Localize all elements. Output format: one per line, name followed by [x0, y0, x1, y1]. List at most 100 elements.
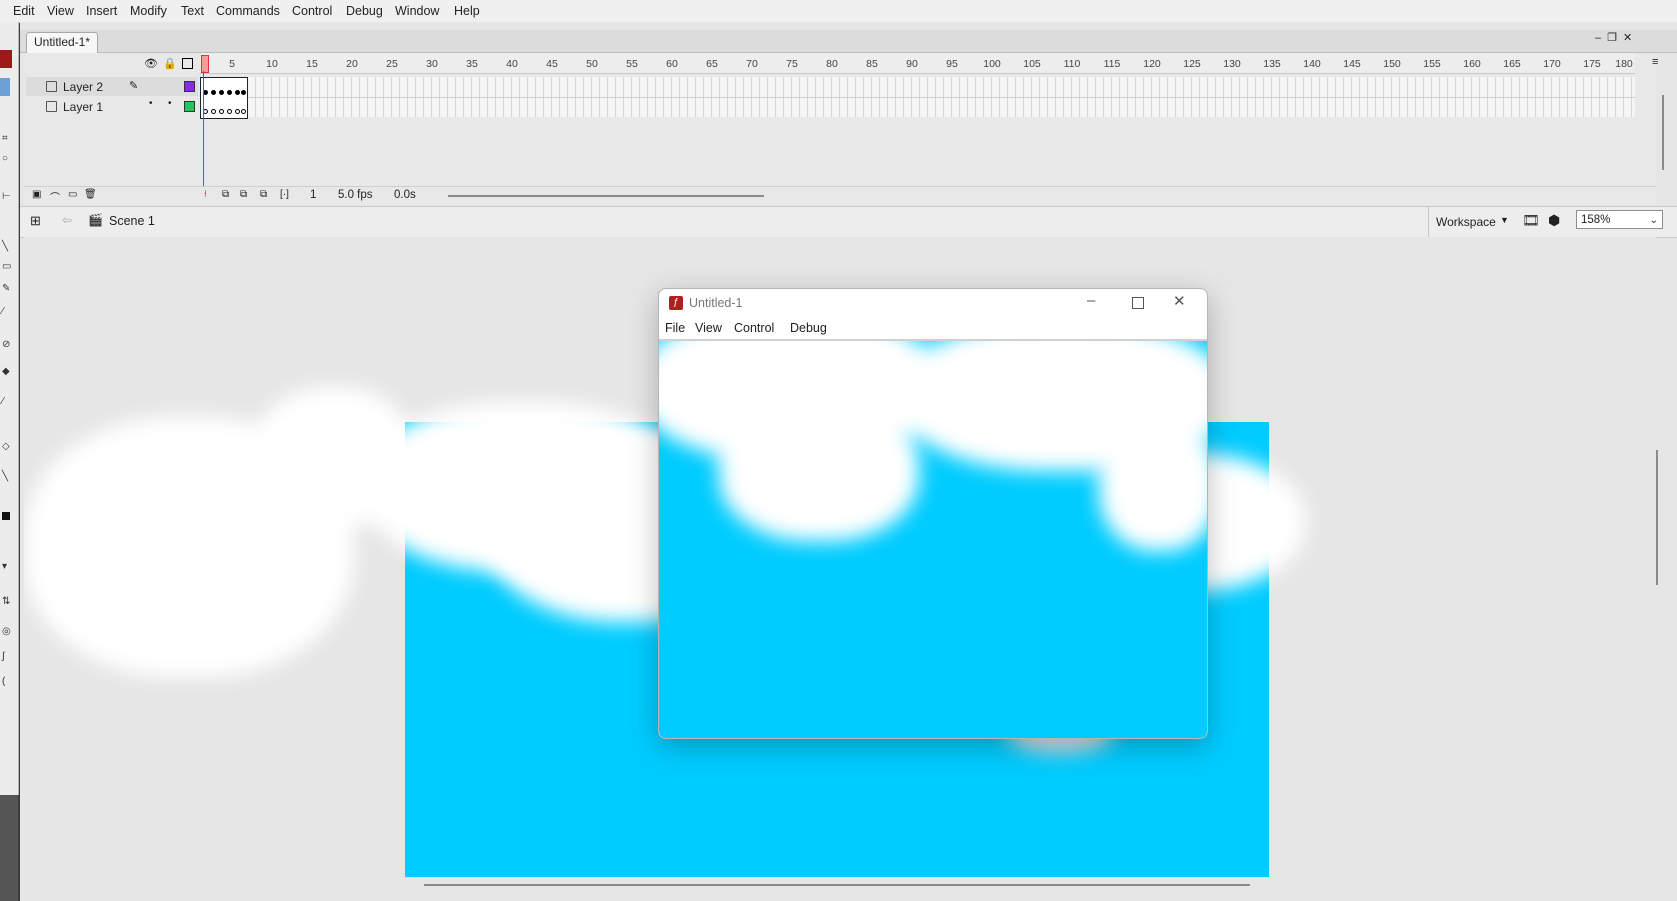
hand-tool-icon[interactable]: ╲ — [2, 472, 12, 482]
keyframe-filled[interactable] — [211, 90, 216, 95]
timeline-horizontal-scrollbar[interactable] — [448, 195, 764, 197]
eye-icon[interactable]: 👁 — [144, 57, 158, 70]
player-menu-file[interactable]: File — [665, 321, 685, 335]
line-tool-icon[interactable]: ╲ — [2, 242, 12, 252]
ruler-number: 105 — [1023, 58, 1041, 70]
timeline-vertical-scrollbar[interactable] — [1662, 95, 1664, 170]
chevron-down-icon[interactable]: ▼ — [1500, 215, 1509, 225]
close-icon[interactable]: ✕ — [1173, 292, 1186, 310]
workspace-dropdown[interactable]: Workspace — [1436, 215, 1496, 229]
ruler-number: 35 — [466, 58, 478, 70]
ruler-number: 110 — [1063, 58, 1081, 70]
maximize-icon[interactable] — [1132, 297, 1144, 309]
back-arrow-icon[interactable]: ⇦ — [62, 213, 72, 227]
menu-text[interactable]: Text — [181, 4, 204, 18]
menu-control[interactable]: Control — [292, 4, 332, 18]
snap-icon[interactable]: ◎ — [2, 627, 12, 637]
outline-icon[interactable] — [182, 58, 193, 69]
rect-tool-icon[interactable]: ▭ — [2, 262, 12, 272]
folder-icon[interactable]: ▭ — [68, 189, 77, 200]
player-window[interactable]: ƒ Untitled-1 – ✕ File View Control Debug — [658, 288, 1208, 739]
lock-dot-icon[interactable]: • — [168, 98, 172, 109]
straighten-icon[interactable]: ( — [2, 677, 12, 687]
onion-outline-icon[interactable]: ⧉ — [240, 189, 247, 200]
onion-skin-icon[interactable]: ⧉ — [222, 189, 229, 200]
swap-colors-icon[interactable]: ⇅ — [2, 597, 12, 607]
new-folder-icon[interactable]: ⌒ — [50, 189, 60, 204]
document-window-controls[interactable]: ‒❐✕ — [1595, 31, 1638, 44]
layer-row[interactable]: Layer 1 • • — [26, 97, 198, 116]
player-menu-debug[interactable]: Debug — [790, 321, 827, 335]
fill-color-icon[interactable]: ▾ — [2, 562, 12, 572]
eyedropper-icon[interactable]: ⁄ — [2, 397, 12, 407]
menu-insert[interactable]: Insert — [86, 4, 117, 18]
trash-icon[interactable]: 🗑 — [84, 189, 97, 200]
paint-bucket-icon[interactable]: ◆ — [2, 367, 12, 377]
keyframe-filled[interactable] — [219, 90, 224, 95]
zoom-select[interactable]: 158% ⌄ — [1576, 210, 1663, 229]
ruler-number: 115 — [1103, 58, 1121, 70]
keyframe-empty[interactable] — [227, 109, 232, 114]
scene-name[interactable]: Scene 1 — [109, 214, 155, 228]
lasso-tool-icon[interactable]: ○ — [2, 154, 12, 164]
visibility-dot-icon[interactable]: • — [149, 98, 153, 109]
menu-help[interactable]: Help — [454, 4, 480, 18]
layer-icon — [46, 101, 57, 112]
player-menu-view[interactable]: View — [695, 321, 722, 335]
menu-window[interactable]: Window — [395, 4, 439, 18]
keyframe-filled[interactable] — [235, 90, 240, 95]
timeline-panel — [24, 53, 1656, 203]
menu-modify[interactable]: Modify — [130, 4, 167, 18]
keyframe-empty[interactable] — [211, 109, 216, 114]
keyframe-filled[interactable] — [227, 90, 232, 95]
edit-scene-icon[interactable]: 🎞 — [1522, 212, 1540, 229]
onion-markers-icon[interactable]: [·] — [280, 189, 289, 200]
menu-edit[interactable]: Edit — [13, 4, 35, 18]
edit-multiple-icon[interactable]: ⧉ — [260, 189, 267, 200]
ruler-number: 135 — [1263, 58, 1281, 70]
bone-tool-icon[interactable]: ⊘ — [2, 340, 12, 350]
frame-rate[interactable]: 5.0 fps — [338, 189, 373, 201]
eraser-tool-icon[interactable]: ◇ — [2, 442, 12, 452]
stroke-color-icon[interactable] — [2, 512, 10, 520]
keyframe-filled[interactable] — [241, 90, 246, 95]
layer-name[interactable]: Layer 1 — [63, 100, 103, 114]
stage-vertical-scrollbar[interactable] — [1656, 450, 1658, 585]
minimize-icon[interactable]: – — [1087, 292, 1095, 309]
ruler-number: 90 — [906, 58, 918, 70]
player-stage[interactable] — [659, 341, 1207, 738]
layer-color-swatch[interactable] — [184, 81, 195, 92]
ruler-number: 120 — [1143, 58, 1161, 70]
stage-icon[interactable]: ⊞ — [30, 213, 41, 229]
player-titlebar[interactable]: ƒ Untitled-1 – ✕ — [659, 289, 1207, 317]
keyframe-empty[interactable] — [241, 109, 246, 114]
current-frame[interactable]: 1 — [310, 189, 316, 201]
menu-commands[interactable]: Commands — [216, 4, 280, 18]
timeline-menu-icon[interactable]: ≡ — [1652, 56, 1658, 68]
keyframes[interactable] — [200, 77, 248, 119]
layer-color-swatch[interactable] — [184, 101, 195, 112]
selection-tool-icon[interactable]: ⌗ — [2, 134, 12, 144]
smooth-icon[interactable]: ∫ — [2, 652, 12, 662]
chevron-down-icon[interactable]: ⌄ — [1650, 211, 1658, 230]
ruler-number: 15 — [306, 58, 318, 70]
brush-tool-icon[interactable]: ⁄ — [2, 307, 12, 317]
document-tab[interactable]: Untitled-1* — [26, 32, 98, 53]
frame-ruler[interactable]: 5 10 15 20 25 30 35 40 45 50 55 60 65 70… — [200, 53, 1635, 74]
pencil-tool-icon[interactable]: ✎ — [2, 284, 12, 294]
stage-horizontal-scrollbar[interactable] — [424, 884, 1250, 886]
new-layer-icon[interactable]: ▣ — [32, 189, 41, 200]
frame-row-divider — [200, 97, 1635, 98]
player-menu-control[interactable]: Control — [734, 321, 774, 335]
text-tool-icon[interactable]: ⊢ — [2, 192, 12, 202]
layer-name[interactable]: Layer 2 — [63, 80, 103, 94]
ruler-number: 145 — [1343, 58, 1361, 70]
menu-view[interactable]: View — [47, 4, 74, 18]
edit-symbols-icon[interactable]: ⬢ — [1548, 212, 1560, 229]
lock-icon[interactable]: 🔒 — [163, 57, 177, 70]
center-frame-icon[interactable]: ⍿ — [204, 189, 207, 200]
menu-debug[interactable]: Debug — [346, 4, 383, 18]
layer-row[interactable]: Layer 2 ✎ — [26, 77, 198, 96]
keyframe-empty[interactable] — [235, 109, 240, 114]
keyframe-empty[interactable] — [219, 109, 224, 114]
